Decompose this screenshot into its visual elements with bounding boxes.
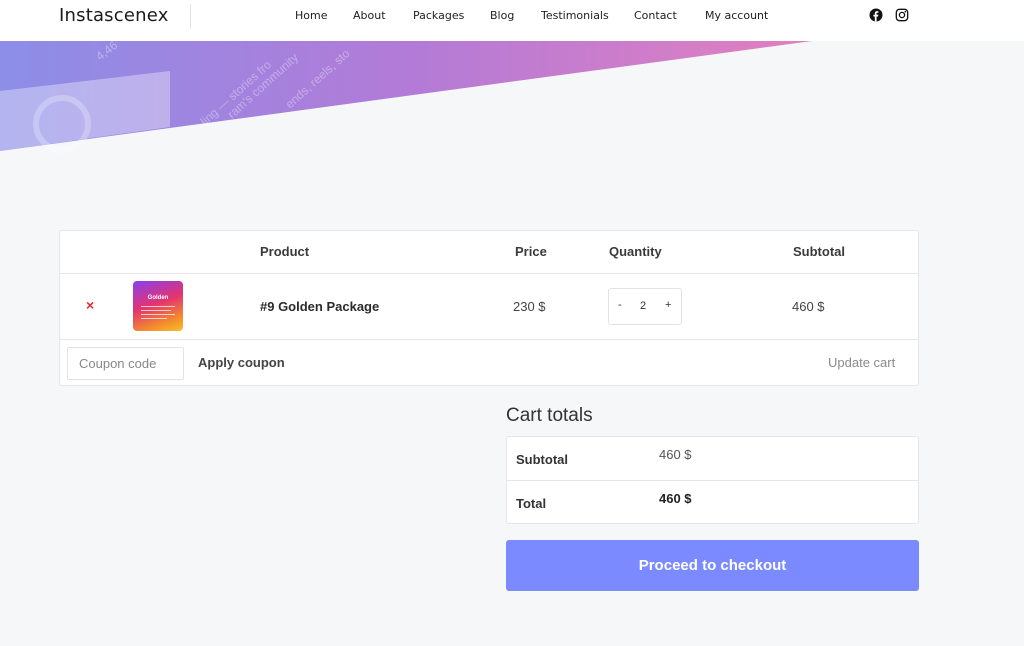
thumbnail-line [141, 306, 175, 307]
cart-table: Product Price Quantity Subtotal × Golden… [59, 230, 919, 386]
totals-subtotal-value: 460 $ [659, 447, 692, 462]
thumbnail-line [141, 314, 175, 315]
cart-totals-table: Subtotal 460 $ Total 460 $ [506, 436, 919, 524]
update-cart-button[interactable]: Update cart [828, 355, 895, 370]
remove-item-icon[interactable]: × [86, 297, 94, 313]
logo-divider [190, 4, 191, 29]
totals-subtotal-label: Subtotal [516, 452, 568, 467]
totals-total-value: 460 $ [659, 491, 692, 506]
quantity-value[interactable]: 2 [640, 300, 646, 312]
nav-blog[interactable]: Blog [490, 9, 514, 22]
thumbnail-label: Golden [147, 295, 169, 301]
header-price: Price [515, 244, 547, 259]
site-header: Instascenex Home About Packages Blog Tes… [0, 0, 1024, 41]
totals-total-label: Total [516, 496, 547, 511]
product-price: 230 $ [513, 299, 546, 314]
nav-about[interactable]: About [353, 9, 386, 22]
header-product: Product [260, 244, 310, 259]
nav-contact[interactable]: Contact [634, 9, 677, 22]
quantity-increase-button[interactable]: + [665, 299, 671, 311]
nav-packages[interactable]: Packages [413, 9, 464, 22]
cart-totals-title: Cart totals [506, 405, 593, 426]
quantity-decrease-button[interactable]: - [618, 299, 622, 311]
instagram-icon[interactable] [895, 8, 909, 22]
hero-banner: 4,46 ling — stories fro ram's community … [0, 41, 812, 153]
row-divider [60, 339, 918, 340]
header-quantity: Quantity [609, 244, 662, 259]
product-name-link[interactable]: #9 Golden Package [260, 299, 379, 314]
thumbnail-line [141, 318, 167, 319]
nav-testimonials[interactable]: Testimonials [541, 9, 609, 22]
nav-home[interactable]: Home [295, 9, 327, 22]
header-subtotal: Subtotal [793, 244, 845, 259]
totals-divider [507, 480, 918, 481]
product-subtotal: 460 $ [792, 299, 825, 314]
product-thumbnail[interactable]: Golden [133, 281, 183, 331]
quantity-stepper: - 2 + [608, 288, 682, 325]
thumbnail-line [141, 310, 171, 311]
proceed-to-checkout-button[interactable]: Proceed to checkout [506, 540, 919, 591]
row-divider [60, 273, 918, 274]
coupon-code-input[interactable] [67, 347, 184, 380]
site-logo[interactable]: Instascenex [59, 5, 169, 26]
nav-my-account[interactable]: My account [705, 9, 768, 22]
apply-coupon-button[interactable]: Apply coupon [198, 355, 285, 370]
facebook-icon[interactable] [869, 8, 883, 22]
